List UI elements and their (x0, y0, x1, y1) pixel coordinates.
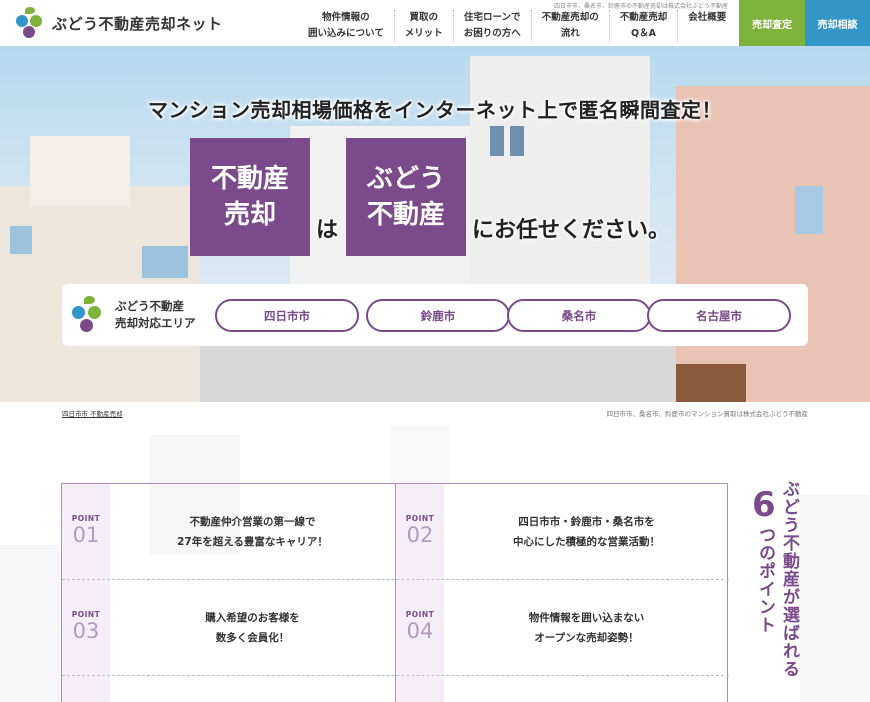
point-text: 不動産仲介営業の第一線で 27年を超える豊富なキャリア！ (177, 515, 328, 548)
header-tagline: 四日市市、桑名市、鈴鹿市の不動産売却は株式会社ぶどう不動産 (553, 3, 728, 10)
service-area-panel: ぶどう不動産 売却対応エリア 四日市市 鈴鹿市 桑名市 名古屋市 (62, 284, 808, 346)
building-right-door (676, 364, 746, 402)
point-card-03: POINT 03 購入希望のお客様を 数多く会員化！ (62, 580, 395, 675)
main-nav: 物件情報の 囲い込みについて 買取の メリット 住宅ローンで お困りの方へ 不動産売却… (298, 10, 736, 42)
logo-text: ぶどう不動産売却ネット (52, 14, 223, 33)
area-button-yokkaichi[interactable]: 四日市市 (215, 299, 359, 332)
sell-consult-button[interactable]: 売却相談 (805, 0, 870, 46)
nav-loan-trouble[interactable]: 住宅ローンで お困りの方へ (454, 10, 532, 42)
lower-street (200, 346, 676, 402)
nav-purchase-merit[interactable]: 買取の メリット (395, 10, 454, 42)
area-button-suzuka[interactable]: 鈴鹿市 (366, 299, 510, 332)
sell-appraisal-button[interactable]: 売却査定 (739, 0, 805, 46)
point-text: 物件情報を囲い込まない オープンな売却姿勢！ (528, 611, 645, 644)
building-right (676, 86, 870, 402)
hero-box-budou: ぶどう 不動産 (346, 138, 466, 256)
point-card-01: POINT 01 不動産仲介営業の第一線で 27年を超える豊富なキャリア！ (62, 484, 395, 579)
points-grid: POINT 01 不動産仲介営業の第一線で 27年を超える豊富なキャリア！ POI… (61, 483, 729, 702)
vertical-title-number: 6 (752, 485, 776, 525)
point-card-04: POINT 04 物件情報を囲い込まない オープンな売却姿勢！ (396, 580, 729, 675)
sub-bar: 四日市市 不動産売却 四日市市、桑名市、鈴鹿市のマンション買取は株式会社ぶどう不… (0, 405, 870, 423)
area-button-kuwana[interactable]: 桑名市 (507, 299, 651, 332)
point-label-partial (396, 676, 444, 702)
building-tower-window (510, 126, 524, 156)
building-tower-window (490, 126, 504, 156)
point-label: POINT 03 (62, 580, 110, 675)
building-left-roof (30, 136, 130, 206)
area-button-nagoya[interactable]: 名古屋市 (647, 299, 791, 332)
point-label: POINT 04 (396, 580, 444, 675)
building-left-window (142, 246, 188, 278)
point-label: POINT 01 (62, 484, 110, 579)
point-text: 購入希望のお客様を 数多く会員化！ (205, 611, 300, 644)
hero-banner: マンション売却相場価格をインターネット上で匿名瞬間査定！ 不動産 売却 は ぶどう… (0, 46, 870, 402)
site-logo[interactable]: ぶどう不動産売却ネット (16, 7, 223, 39)
point-text: 四日市市・鈴鹿市・桑名市を 中心にした積極的な営業活動！ (513, 515, 660, 548)
point-label: POINT 02 (396, 484, 444, 579)
hero-headline: マンション売却相場価格をインターネット上で匿名瞬間査定！ (148, 98, 722, 122)
hero-box-real-estate-sale: 不動産 売却 (190, 138, 310, 256)
breadcrumb[interactable]: 四日市市 不動産売却 (62, 408, 123, 418)
building-right-window (795, 186, 823, 234)
sub-tagline: 四日市市、桑名市、鈴鹿市のマンション買取は株式会社ぶどう不動産 (606, 410, 809, 418)
nav-company[interactable]: 会社概要 (678, 10, 736, 42)
nav-qa[interactable]: 不動産売却 Q＆A (610, 10, 679, 42)
grape-logo-icon (16, 7, 46, 39)
nav-enclosure[interactable]: 物件情報の 囲い込みについて (298, 10, 395, 42)
hero-word-wa: は (316, 218, 339, 243)
point-label-partial (62, 676, 110, 702)
hero-word-tail: にお任せください。 (472, 218, 671, 243)
service-area-title: ぶどう不動産 売却対応エリア (115, 299, 196, 330)
grape-logo-icon (72, 296, 106, 334)
points-vertical-title: ぶどう不動産が選ばれる 6 つのポイント (752, 480, 800, 702)
nav-sale-flow[interactable]: 不動産売却の 流れ (532, 10, 610, 42)
vertical-title-col2: つのポイント (755, 526, 775, 634)
point-card-02: POINT 02 四日市市・鈴鹿市・桑名市を 中心にした積極的な営業活動！ (396, 484, 729, 579)
vertical-title-col1: ぶどう不動産が選ばれる (779, 480, 799, 678)
building-left-window (10, 226, 32, 254)
site-header: ぶどう不動産売却ネット 四日市市、桑名市、鈴鹿市の不動産売却は株式会社ぶどう不動… (0, 0, 870, 46)
